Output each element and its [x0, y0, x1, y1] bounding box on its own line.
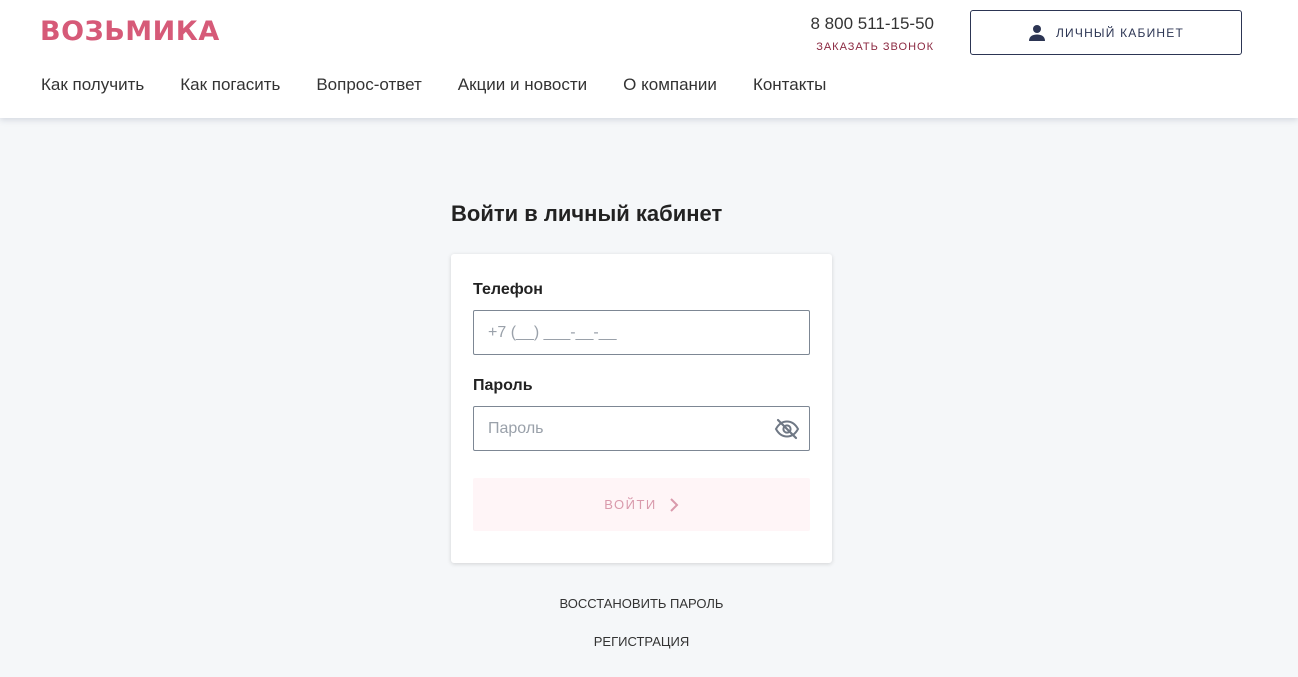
restore-password-link[interactable]: ВОССТАНОВИТЬ ПАРОЛЬ [451, 596, 832, 611]
phone-input[interactable] [474, 311, 809, 354]
login-submit-label: ВОЙТИ [604, 497, 657, 512]
phone-field [473, 310, 810, 355]
site-header: ВОЗЬМИКА 8 800 511-15-50 ЗАКАЗАТЬ ЗВОНОК… [0, 0, 1298, 118]
nav-item-about[interactable]: О компании [623, 75, 717, 95]
page-title: Войти в личный кабинет [451, 201, 723, 226]
user-icon [1028, 24, 1046, 42]
nav-item-contacts[interactable]: Контакты [753, 75, 826, 95]
phone-number[interactable]: 8 800 511-15-50 [810, 14, 934, 34]
eye-off-icon[interactable] [773, 416, 801, 442]
nav-item-promotions[interactable]: Акции и новости [458, 75, 587, 95]
password-field [473, 406, 810, 451]
password-input[interactable] [474, 407, 809, 450]
main-nav: Как получить Как погасить Вопрос-ответ А… [41, 75, 862, 95]
logo[interactable]: ВОЗЬМИКА [40, 16, 220, 47]
nav-item-faq[interactable]: Вопрос-ответ [316, 75, 421, 95]
personal-cabinet-label: ЛИЧНЫЙ КАБИНЕТ [1055, 25, 1185, 40]
login-form: Телефон Пароль ВОЙТИ [451, 254, 832, 563]
nav-item-how-to-get[interactable]: Как получить [41, 75, 144, 95]
phone-label: Телефон [473, 281, 543, 298]
registration-link[interactable]: РЕГИСТРАЦИЯ [451, 634, 832, 649]
login-submit-button[interactable]: ВОЙТИ [473, 478, 810, 531]
personal-cabinet-button[interactable]: ЛИЧНЫЙ КАБИНЕТ [970, 10, 1242, 55]
callback-link[interactable]: ЗАКАЗАТЬ ЗВОНОК [810, 41, 934, 53]
nav-item-how-to-repay[interactable]: Как погасить [180, 75, 280, 95]
chevron-right-icon [669, 497, 679, 513]
password-label: Пароль [473, 377, 533, 394]
contact-block: 8 800 511-15-50 ЗАКАЗАТЬ ЗВОНОК [810, 14, 934, 53]
